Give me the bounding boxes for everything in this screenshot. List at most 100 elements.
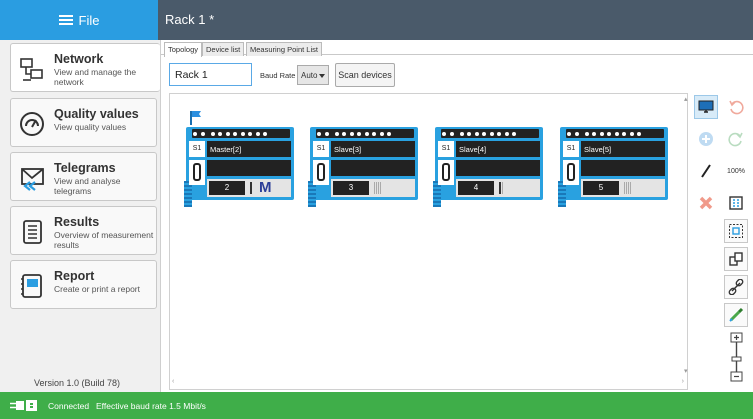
- sidebar-item-report[interactable]: Report Create or print a report: [10, 260, 157, 309]
- gauge-icon: [20, 112, 44, 136]
- address-panel: 2 M: [207, 179, 291, 197]
- switch-icon: [563, 160, 579, 185]
- connector-pins: [566, 129, 664, 138]
- select-area-button[interactable]: [724, 219, 748, 243]
- baud-rate-label: Baud Rate: [260, 71, 296, 80]
- baud-rate-value: Auto: [301, 71, 318, 80]
- scroll-up-icon[interactable]: ▴: [684, 95, 688, 103]
- sidebar-item-title: Report: [54, 269, 95, 283]
- sidebar: Network View and manage the network Qual…: [0, 40, 160, 392]
- zoom-100-button[interactable]: 100%: [724, 159, 748, 183]
- sidebar-item-subtitle: View and analyse telegrams: [54, 176, 121, 196]
- scan-devices-button[interactable]: Scan devices: [335, 63, 395, 87]
- signal-bars-icon: [374, 182, 382, 197]
- select-area-icon: [729, 224, 743, 238]
- arrange-button[interactable]: [724, 247, 748, 271]
- fit-icon: [729, 196, 743, 210]
- signal-bars-icon: [499, 182, 504, 197]
- color-picker-icon: [729, 307, 744, 322]
- device-info-bar: [207, 160, 291, 176]
- manufacturer-logo: M: [259, 179, 272, 196]
- zoom-slider-icon: [730, 332, 743, 382]
- main-panel: Topology Device list Measuring Point Lis…: [160, 40, 753, 392]
- sidebar-item-quality-values[interactable]: Quality values View quality values: [10, 98, 157, 147]
- tab-topology[interactable]: Topology: [164, 42, 203, 57]
- tab-measuring-point-list[interactable]: Measuring Point List: [246, 42, 322, 56]
- link-button[interactable]: [724, 275, 748, 299]
- fit-to-screen-button[interactable]: [724, 191, 748, 215]
- report-book-icon: [21, 274, 42, 298]
- sidebar-item-telegrams[interactable]: Telegrams View and analyse telegrams: [10, 152, 157, 201]
- sidebar-item-results[interactable]: Results Overview of measurement results: [10, 206, 157, 255]
- connector-pins: [441, 129, 539, 138]
- add-icon: [699, 132, 713, 146]
- zoom-slider[interactable]: [726, 331, 748, 383]
- vertical-scrollbar[interactable]: ▴ ▾: [683, 95, 691, 375]
- slot-label: S1: [563, 141, 579, 157]
- device-address: 2: [209, 181, 245, 195]
- arrange-icon: [729, 252, 743, 266]
- address-panel: 3: [331, 179, 415, 197]
- draw-line-button[interactable]: [694, 159, 718, 183]
- switch-icon: [313, 160, 329, 185]
- scroll-down-icon[interactable]: ▾: [684, 367, 688, 375]
- undo-button[interactable]: [724, 95, 748, 119]
- app-window: File Rack 1 * Network View and manage th…: [0, 0, 753, 419]
- scroll-right-icon[interactable]: ›: [682, 378, 684, 385]
- list-document-icon: [23, 220, 42, 244]
- baud-rate-status: Effective baud rate 1.5 Mbit/s: [96, 401, 206, 411]
- link-icon: [728, 279, 744, 295]
- status-bar: Connected Effective baud rate 1.5 Mbit/s: [0, 392, 753, 419]
- delete-button[interactable]: [694, 191, 718, 215]
- topology-canvas[interactable]: S1 Master[2] 2 M S1 Slave[3] 3 S1 Slave[…: [169, 93, 688, 390]
- redo-button[interactable]: [724, 127, 748, 151]
- device-info-bar: [456, 160, 540, 176]
- color-picker-button[interactable]: [724, 303, 748, 327]
- device-slave[interactable]: S1 Slave[3] 3: [308, 127, 418, 207]
- file-menu-label: File: [78, 12, 100, 28]
- switch-icon: [438, 160, 454, 185]
- switch-icon: [189, 160, 205, 185]
- device-slave[interactable]: S1 Slave[5] 5: [558, 127, 668, 207]
- connection-status: Connected: [48, 401, 90, 411]
- sidebar-item-subtitle: Overview of measurement results: [54, 230, 154, 250]
- network-icon: [20, 58, 43, 81]
- device-address: 4: [458, 181, 494, 195]
- monitor-icon: [698, 100, 714, 113]
- redo-icon: [728, 132, 743, 147]
- device-address: 5: [583, 181, 619, 195]
- baud-rate-select[interactable]: Auto: [297, 65, 329, 85]
- rack-name-input[interactable]: [169, 63, 252, 86]
- undo-icon: [729, 100, 744, 115]
- connector-pins: [192, 129, 290, 138]
- file-menu-button[interactable]: File: [0, 0, 158, 40]
- device-name: Slave[5]: [581, 141, 665, 157]
- title-bar: File Rack 1 *: [0, 0, 753, 40]
- device-slave[interactable]: S1 Slave[4] 4: [433, 127, 543, 207]
- version-label: Version 1.0 (Build 78): [34, 378, 121, 388]
- add-button[interactable]: [694, 127, 718, 151]
- canvas-toolbar-left: [694, 95, 722, 385]
- device-info-bar: [581, 160, 665, 176]
- sidebar-item-title: Quality values: [54, 107, 139, 121]
- master-flag-icon: [190, 111, 201, 125]
- scroll-left-icon[interactable]: ‹: [172, 378, 174, 385]
- chevron-down-icon: [319, 74, 325, 78]
- slot-label: S1: [313, 141, 329, 157]
- horizontal-scrollbar[interactable]: ‹ ›: [169, 378, 688, 386]
- delete-icon: [699, 196, 713, 210]
- tab-device-list[interactable]: Device list: [202, 42, 245, 56]
- connector-pins: [316, 129, 414, 138]
- sidebar-item-title: Network: [54, 52, 104, 66]
- device-name: Master[2]: [207, 141, 291, 157]
- sidebar-item-subtitle: View quality values: [54, 122, 127, 132]
- monitor-button[interactable]: [694, 95, 718, 119]
- sidebar-item-title: Results: [54, 215, 100, 229]
- slot-label: S1: [438, 141, 454, 157]
- hamburger-icon: [58, 13, 73, 27]
- sidebar-item-network[interactable]: Network View and manage the network: [10, 43, 160, 92]
- address-panel: 5: [581, 179, 665, 197]
- device-master[interactable]: S1 Master[2] 2 M: [184, 127, 294, 207]
- address-panel: 4: [456, 179, 540, 197]
- sidebar-item-subtitle: View and manage the network: [54, 67, 137, 87]
